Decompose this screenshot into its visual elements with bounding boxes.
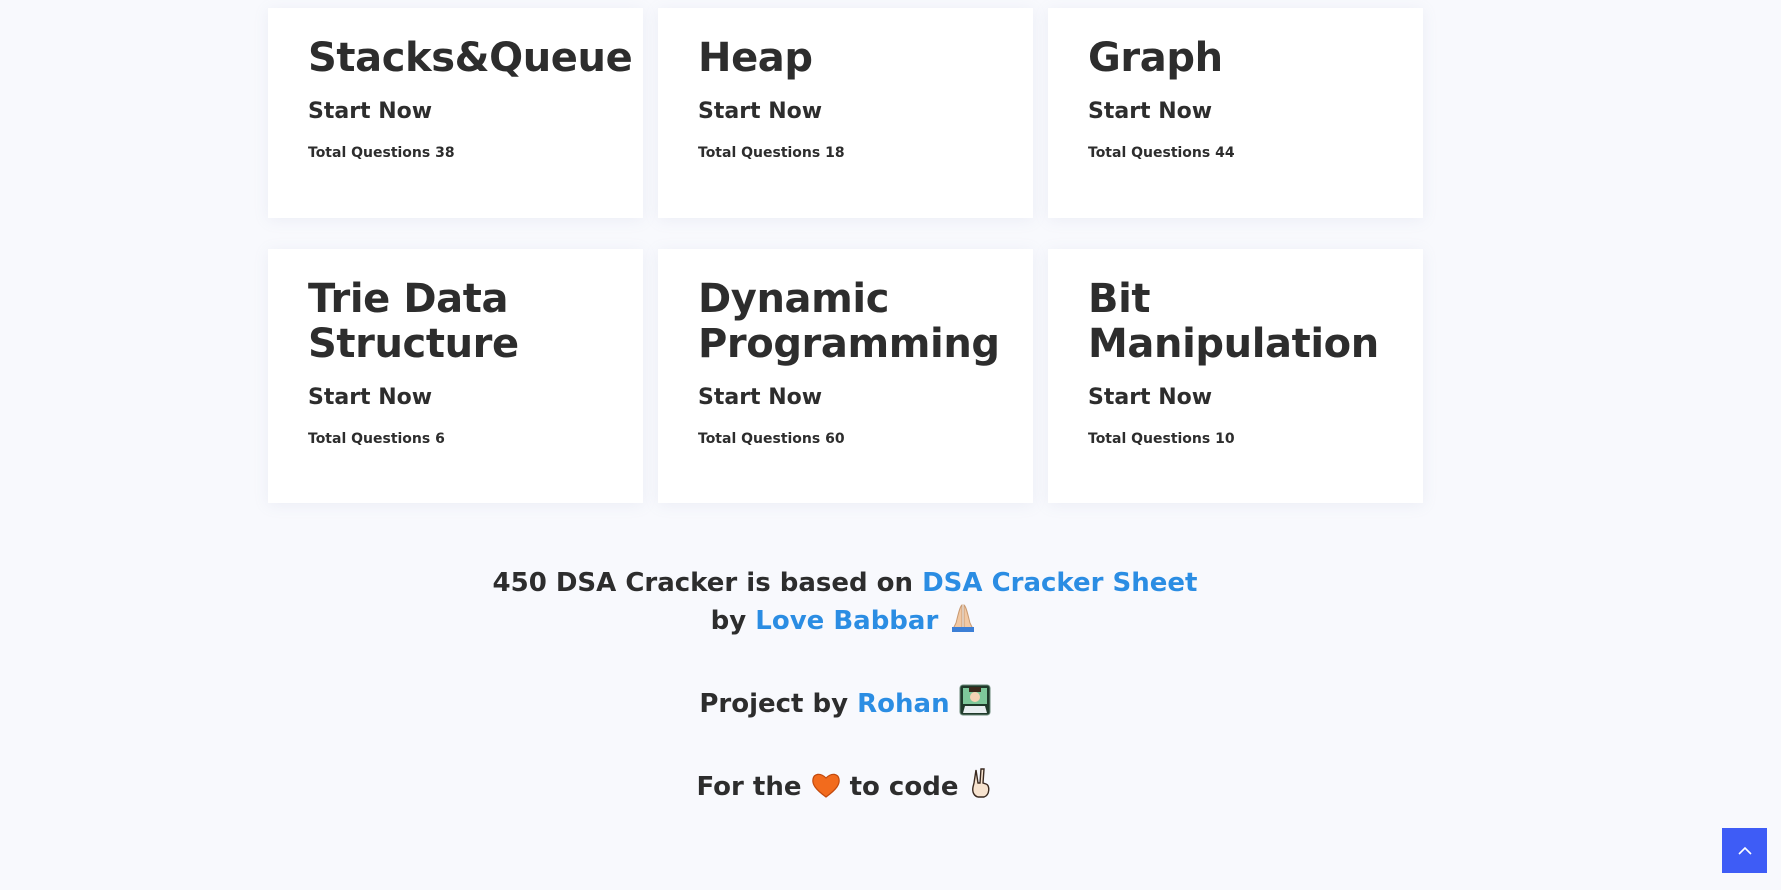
card-title: Stacks&Queue [308,35,633,81]
total-questions: Total Questions 10 [1088,431,1235,447]
start-now-link[interactable]: Start Now [698,384,1013,412]
topic-card-graph[interactable]: Graph Start Now Total Questions 44 [1048,8,1423,218]
scroll-to-top-button[interactable] [1722,828,1767,873]
credits-project-by: Project by Rohan [0,684,1690,726]
card-title: Trie Data Structure [308,276,519,367]
card-title: Bit Manipulation [1088,276,1379,367]
praying-hands-icon [947,601,979,643]
victory-hand-icon [968,767,994,809]
total-questions: Total Questions 44 [1088,145,1235,161]
topic-card-bit-manipulation[interactable]: Bit Manipulation Start Now Total Questio… [1048,249,1423,503]
total-questions: Total Questions 60 [698,431,845,447]
card-title: Graph [1088,35,1223,81]
start-now-link[interactable]: Start Now [698,98,1013,126]
topic-card-stacks-queue[interactable]: Stacks&Queue Start Now Total Questions 3… [268,8,643,218]
total-questions: Total Questions 18 [698,145,845,161]
credits-for-the-love: For the to code [0,767,1690,809]
chevron-up-icon [1737,841,1753,860]
by-text: by [710,606,747,636]
topic-cards-grid: Stacks&Queue Start Now Total Questions 3… [268,8,1424,503]
start-now-link[interactable]: Start Now [308,384,623,412]
technologist-icon [959,684,991,726]
orange-heart-icon [811,771,841,809]
dsa-cracker-sheet-link[interactable]: DSA Cracker Sheet [922,568,1197,598]
love-babbar-link[interactable]: Love Babbar [755,606,938,636]
total-questions: Total Questions 38 [308,145,455,161]
start-now-link[interactable]: Start Now [1088,98,1403,126]
credits-based-on: 450 DSA Cracker is based on DSA Cracker … [0,566,1690,643]
start-now-link[interactable]: Start Now [308,98,623,126]
topic-card-heap[interactable]: Heap Start Now Total Questions 18 [658,8,1033,218]
card-title: Dynamic Programming [698,276,1000,367]
total-questions: Total Questions 6 [308,431,445,447]
topic-card-trie[interactable]: Trie Data Structure Start Now Total Ques… [268,249,643,503]
project-by-text: Project by [699,689,849,719]
rohan-link[interactable]: Rohan [857,689,949,719]
based-on-text: 450 DSA Cracker is based on [492,568,914,598]
for-the-text: For the [696,772,802,802]
start-now-link[interactable]: Start Now [1088,384,1403,412]
to-code-text: to code [849,772,959,802]
card-title: Heap [698,35,813,81]
topic-card-dynamic-programming[interactable]: Dynamic Programming Start Now Total Ques… [658,249,1033,503]
